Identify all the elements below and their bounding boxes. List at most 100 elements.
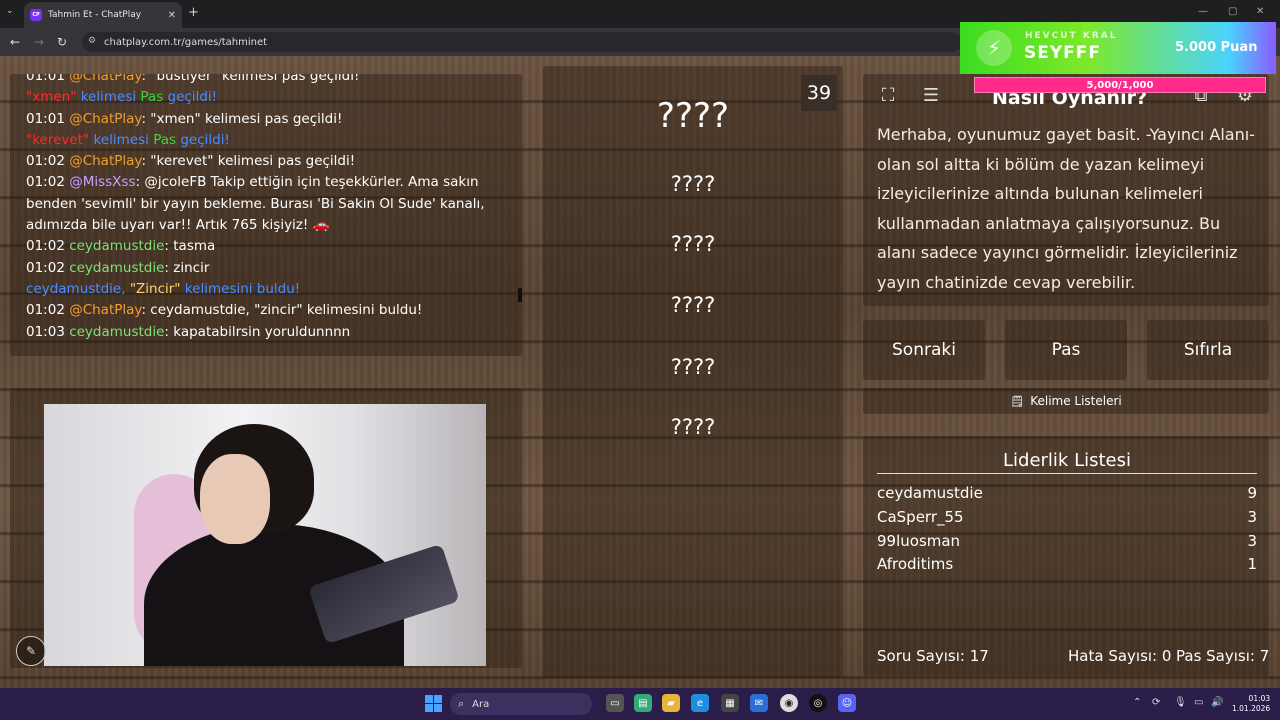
maximize-icon[interactable]: ▢ [1228, 6, 1237, 17]
network-icon[interactable]: ▭ [1194, 697, 1203, 708]
back-icon[interactable]: ← [10, 35, 20, 49]
task-view-icon[interactable]: ▭ [606, 694, 624, 712]
clock-time: 01:03 [1248, 694, 1271, 703]
chat-messages: 01:01 @ChatPlay: "bustiyer" kelimesi pas… [26, 74, 506, 343]
chat-text: @ChatPlay [69, 74, 142, 84]
chat-text: kelimesi [89, 131, 154, 148]
store-icon[interactable]: ▦ [721, 694, 739, 712]
chat-text: kelimesi [76, 89, 141, 106]
file-explorer-icon[interactable]: ▰ [662, 694, 680, 712]
leaderboard-title: Liderlik Listesi [877, 450, 1257, 474]
overlay-name: SEYFFF [1024, 43, 1102, 63]
chat-message: 01:02 @MissXss: @jcoleFB Takip ettiğin i… [26, 172, 506, 236]
overlay-label: HEVCUT KRAL [1025, 31, 1118, 41]
chat-message: "kerevet" kelimesi Pas geçildi! [26, 130, 506, 151]
chat-message: 01:02 @ChatPlay: ceydamustdie, "zincir" … [26, 300, 506, 321]
chat-timestamp: 01:02 [26, 238, 70, 255]
chat-text: ceydamustdie, [26, 280, 130, 297]
chat-text: ceydamustdie [69, 323, 165, 340]
new-tab-icon[interactable]: + [188, 5, 199, 20]
chat-text: ceydamustdie [69, 238, 165, 255]
mail-icon[interactable]: ✉ [750, 694, 768, 712]
edge-icon[interactable]: e [691, 694, 709, 712]
taboo-word: ???? [670, 355, 716, 379]
taboo-word: ???? [670, 415, 716, 439]
microphone-icon[interactable]: 🎙 [1174, 697, 1187, 708]
chat-text: : zincir [164, 259, 210, 276]
notes-icon[interactable]: ☰ [916, 80, 946, 110]
pass-count: Pas Sayısı: 7 [1176, 647, 1270, 665]
system-clock[interactable]: 01:03 1.01.2026 [1232, 694, 1270, 714]
chrome-icon[interactable]: ◉ [780, 694, 798, 712]
chat-text: : "kerevet" kelimesi pas geçildi! [141, 153, 356, 170]
word-lists-button[interactable]: 🗒 Kelime Listeleri [863, 388, 1269, 414]
chat-timestamp: 01:02 [26, 302, 70, 319]
pen-icon[interactable]: ✎ [16, 636, 46, 666]
address-bar[interactable]: ⚙ chatplay.com.tr/games/tahminet [82, 32, 962, 52]
chat-timestamp: 01:02 [26, 153, 70, 170]
player-name: Afroditims [877, 555, 954, 573]
chat-message: 01:02 @ChatPlay: "kerevet" kelimesi pas … [26, 151, 506, 172]
player-name: CaSperr_55 [877, 508, 964, 526]
overlay-progress-bar: 5,000/1,000 [974, 77, 1266, 93]
chat-scrollbar[interactable] [518, 288, 522, 302]
windows-taskbar: ⌕ Ara ▭ ▤ ▰ e ▦ ✉ ◉ ◎ ☺ ⌃ ⟳ 🎙 ▭ 🔊 01:03 … [0, 688, 1280, 720]
tab-search-icon[interactable]: ⌄ [6, 6, 20, 20]
discord-icon[interactable]: ☺ [838, 694, 856, 712]
tab-title: Tahmin Et - ChatPlay [48, 10, 142, 20]
chat-text: : tasma [164, 238, 216, 255]
chat-timestamp: 01:03 [26, 323, 70, 340]
streamer-face [200, 454, 270, 544]
obs-icon[interactable]: ◎ [809, 694, 827, 712]
error-count: Hata Sayısı: 0 [1068, 647, 1172, 665]
chat-text: @ChatPlay [69, 302, 142, 319]
chat-text: geçildi! [163, 89, 218, 106]
next-button[interactable]: Sonraki [863, 320, 985, 380]
tray-chevron-icon[interactable]: ⌃ [1133, 697, 1141, 708]
minimize-icon[interactable]: — [1198, 6, 1208, 17]
chat-text: kelimesini buldu! [180, 280, 301, 297]
taboo-word: ???? [670, 293, 716, 317]
window-close-icon[interactable]: ✕ [1256, 6, 1264, 17]
chat-text: "Zincir" [129, 280, 181, 297]
leaderboard-row: Afroditims 1 [877, 555, 1257, 573]
taboo-word: ???? [670, 172, 716, 196]
pass-button[interactable]: Pas [1005, 320, 1127, 380]
chat-message: 01:02 ceydamustdie: zincir [26, 258, 506, 279]
chat-timestamp: 01:02 [26, 174, 70, 191]
browser-tab[interactable]: CP Tahmin Et - ChatPlay ✕ [24, 2, 182, 28]
fullscreen-icon[interactable]: ⛶ [873, 80, 903, 110]
chat-text: : ceydamustdie, "zincir" kelimesini buld… [141, 302, 423, 319]
chat-text: "xmen" [26, 89, 77, 106]
webcam-feed [44, 404, 486, 666]
site-info-icon[interactable]: ⚙ [88, 36, 96, 46]
word-lists-label: Kelime Listeleri [1030, 394, 1122, 408]
reset-button[interactable]: Sıfırla [1147, 320, 1269, 380]
chat-text: @ChatPlay [69, 153, 142, 170]
leaderboard-row: ceydamustdie 9 [877, 484, 1257, 502]
chat-message: 01:01 @ChatPlay: "xmen" kelimesi pas geç… [26, 109, 506, 130]
reload-icon[interactable]: ↻ [57, 35, 67, 49]
app-icon[interactable]: ▤ [634, 694, 652, 712]
chat-text: "kerevet" [26, 131, 90, 148]
tray-sync-icon[interactable]: ⟳ [1152, 697, 1160, 708]
chat-text: ceydamustdie [69, 259, 165, 276]
player-name: ceydamustdie [877, 484, 983, 502]
chat-text: @MissXss [69, 174, 136, 191]
taskbar-search[interactable]: ⌕ Ara [450, 693, 592, 715]
leaderboard-row: 99luosman 3 [877, 532, 1257, 550]
chat-timestamp: 01:01 [26, 74, 70, 84]
volume-icon[interactable]: 🔊 [1211, 697, 1223, 708]
chat-message: 01:03 ceydamustdie: kapatabilrsin yoruld… [26, 322, 506, 343]
chat-message: "xmen" kelimesi Pas geçildi! [26, 87, 506, 108]
chat-message: 01:02 ceydamustdie: tasma [26, 236, 506, 257]
forward-icon[interactable]: → [34, 35, 44, 49]
chat-text: Pas [153, 131, 177, 148]
close-tab-icon[interactable]: ✕ [168, 10, 176, 21]
player-score: 9 [1247, 484, 1257, 502]
leaderboard-row: CaSperr_55 3 [877, 508, 1257, 526]
windows-start-icon[interactable] [425, 695, 442, 712]
chat-text: geçildi! [176, 131, 230, 148]
chat-text: Pas [140, 89, 164, 106]
clock-date: 1.01.2026 [1232, 704, 1271, 713]
